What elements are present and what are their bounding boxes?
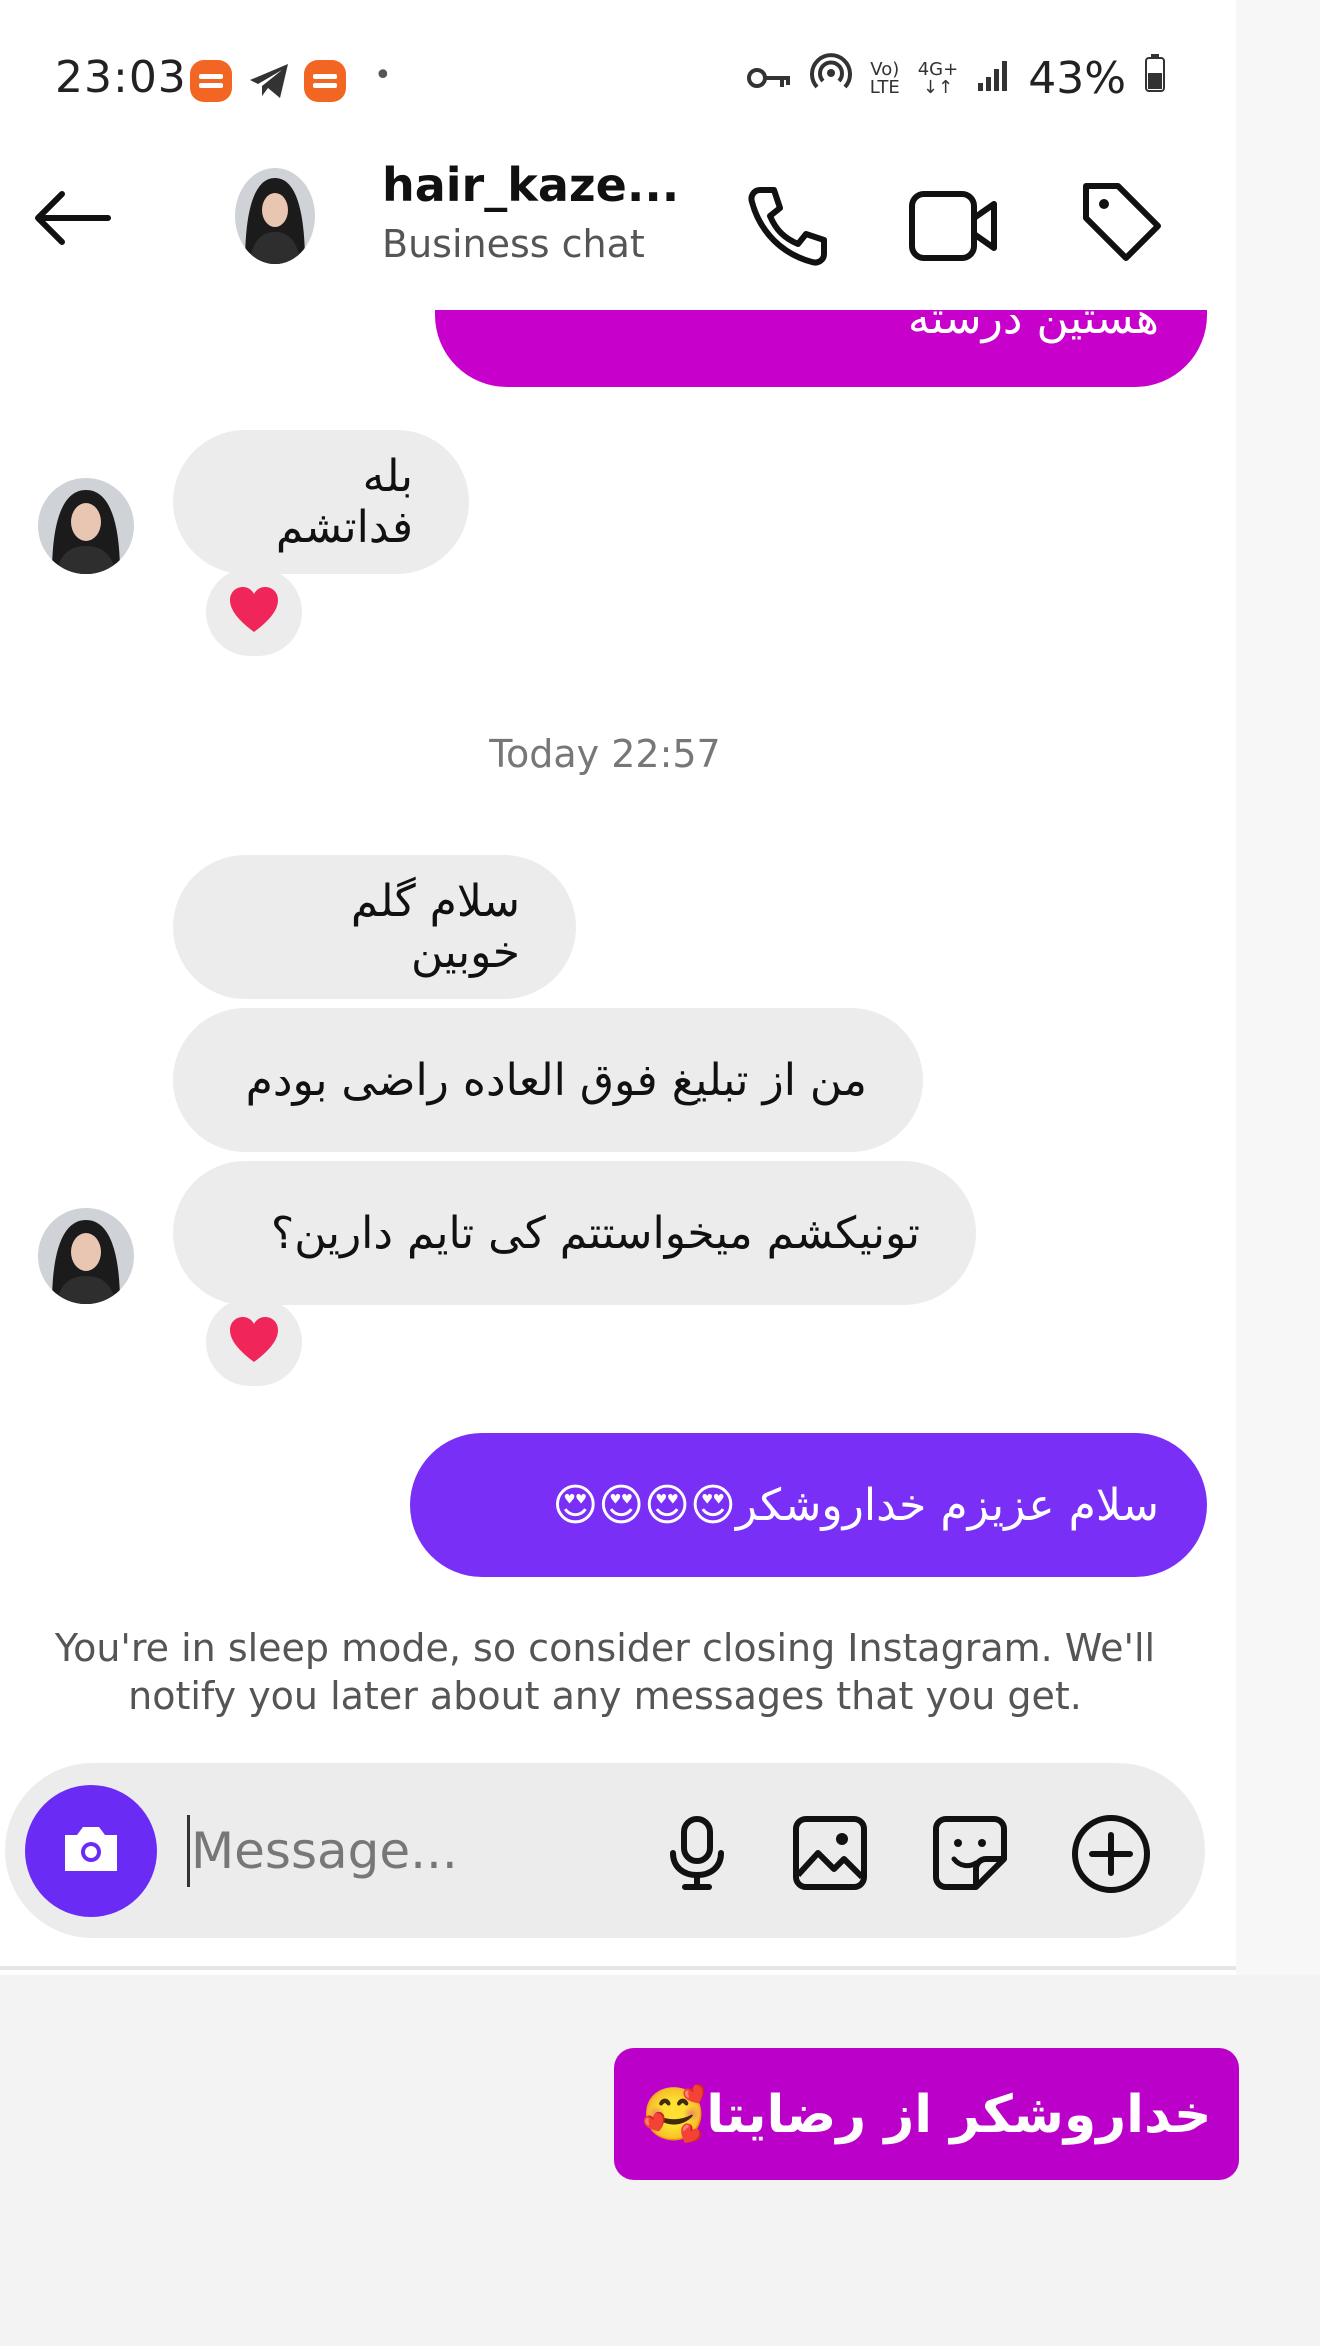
chat-header: hair_kaze... Business chat: [0, 150, 1236, 310]
outgoing-message-bubble[interactable]: سلام عزیزم خداروشکر😍😍😍😍: [410, 1433, 1207, 1577]
message-text: سلام گلم خوبین: [350, 876, 520, 978]
video-icon[interactable]: [908, 186, 1000, 270]
incoming-message-bubble[interactable]: تونیکشم میخواستتم کی تایم دارین؟: [173, 1161, 976, 1305]
signal-icon: [976, 53, 1010, 104]
status-right: Vo) LTE 4G+ ↓↑ 43%: [746, 52, 1166, 105]
battery-percent: 43%: [1028, 53, 1126, 104]
gallery-icon[interactable]: [790, 1813, 870, 1897]
app-notification-icon: [302, 58, 348, 108]
key-icon: [746, 53, 792, 104]
message-text: سلام عزیزم خداروشکر😍😍😍😍: [552, 1479, 1159, 1531]
tag-icon[interactable]: [1078, 178, 1164, 268]
incoming-message-bubble[interactable]: سلام گلم خوبین: [173, 855, 576, 999]
divider: [0, 1966, 1236, 1970]
status-bar: 23:03 • Vo) LTE 4G+ ↓↑ 43%: [0, 0, 1236, 150]
sleep-notice-line: You're in sleep mode, so consider closin…: [54, 1626, 1156, 1670]
status-time: 23:03: [55, 52, 187, 103]
hotspot-icon: [809, 52, 852, 105]
story-text-sticker: خداروشکر از رضایتا🥰: [614, 2048, 1239, 2180]
sender-avatar[interactable]: [38, 478, 134, 574]
sleep-mode-notice: You're in sleep mode, so consider closin…: [30, 1624, 1180, 1720]
message-composer: [5, 1763, 1205, 1938]
message-input[interactable]: [191, 1803, 611, 1899]
plus-icon[interactable]: [1070, 1813, 1152, 1899]
app-notification-icon: [188, 58, 234, 108]
chat-type-label: Business chat: [382, 222, 645, 266]
chat-screen: 23:03 • Vo) LTE 4G+ ↓↑ 43% هستین درسته h…: [0, 0, 1236, 1975]
sleep-notice-line: notify you later about any messages that…: [128, 1674, 1082, 1718]
background-strip: [1236, 0, 1320, 1975]
sender-avatar[interactable]: [38, 1208, 134, 1304]
contact-avatar[interactable]: [235, 168, 315, 264]
sticker-icon[interactable]: [930, 1813, 1010, 1897]
message-timestamp: Today 22:57: [489, 732, 721, 776]
back-arrow-icon[interactable]: [30, 188, 114, 252]
volte-indicator: Vo) LTE: [869, 58, 900, 98]
heart-icon: [228, 1316, 280, 1368]
message-reaction[interactable]: [206, 1298, 302, 1386]
microphone-icon[interactable]: [657, 1813, 737, 1897]
incoming-message-bubble[interactable]: بله فداتشم: [173, 430, 469, 574]
camera-button[interactable]: [25, 1785, 157, 1917]
status-more-dot: •: [374, 58, 392, 93]
battery-icon: [1144, 53, 1166, 104]
message-text: من از تبلیغ فوق العاده راضی بودم: [245, 1054, 867, 1106]
camera-icon: [59, 1821, 123, 1881]
heart-icon: [228, 586, 280, 638]
network-type-indicator: 4G+ ↓↑: [917, 58, 959, 98]
message-reaction[interactable]: [206, 568, 302, 656]
message-text: بله فداتشم: [275, 451, 413, 553]
contact-name[interactable]: hair_kaze...: [382, 158, 679, 212]
sticker-text: خداروشکر از رضایتا🥰: [641, 2084, 1212, 2145]
message-text: تونیکشم میخواستتم کی تایم دارین؟: [270, 1207, 920, 1259]
incoming-message-bubble[interactable]: من از تبلیغ فوق العاده راضی بودم: [173, 1008, 923, 1152]
telegram-icon: [246, 58, 292, 108]
text-cursor: [187, 1815, 190, 1887]
phone-icon[interactable]: [740, 180, 832, 276]
